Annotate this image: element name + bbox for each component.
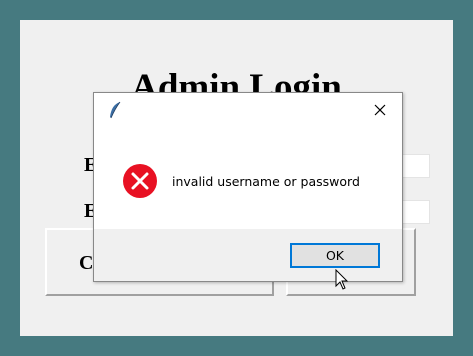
dialog-body: invalid username or password: [94, 127, 402, 229]
close-button[interactable]: [358, 93, 402, 127]
feather-icon: [110, 101, 121, 119]
error-icon: [123, 164, 157, 198]
close-icon: [374, 104, 386, 116]
mouse-cursor-icon: [335, 269, 349, 290]
error-message: invalid username or password: [172, 174, 360, 189]
username-input[interactable]: [400, 154, 430, 178]
ok-button[interactable]: OK: [290, 243, 380, 268]
error-dialog: invalid username or password OK: [93, 92, 403, 282]
login-button-label: C: [79, 252, 94, 274]
dialog-titlebar[interactable]: [94, 93, 402, 127]
password-input[interactable]: [400, 200, 430, 224]
dialog-footer: OK: [94, 229, 402, 281]
